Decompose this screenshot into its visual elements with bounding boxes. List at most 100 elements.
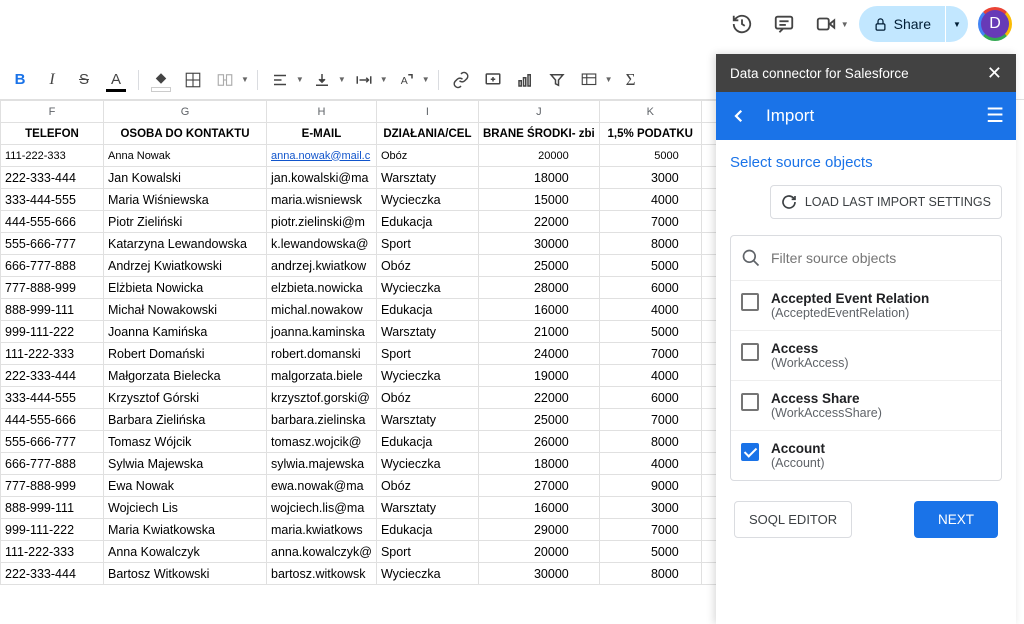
merge-dropdown-icon[interactable]: ▼ bbox=[241, 75, 249, 84]
cell[interactable]: 6000 bbox=[599, 387, 701, 409]
cell[interactable]: 8000 bbox=[599, 233, 701, 255]
rotate-button[interactable]: A bbox=[392, 66, 420, 94]
cell[interactable]: Małgorzata Bielecka bbox=[104, 365, 267, 387]
cell[interactable]: anna.nowak@mail.c bbox=[267, 145, 377, 167]
cell[interactable]: Wycieczka bbox=[376, 189, 478, 211]
cell[interactable]: Maria Kwiatkowska bbox=[104, 519, 267, 541]
back-icon[interactable] bbox=[728, 107, 750, 125]
cell[interactable]: 25000 bbox=[478, 409, 599, 431]
cell[interactable]: 888-999-111 bbox=[1, 497, 104, 519]
halign-button[interactable] bbox=[266, 66, 294, 94]
header-cell[interactable]: TELEFON bbox=[1, 123, 104, 145]
cell[interactable]: Piotr Zieliński bbox=[104, 211, 267, 233]
cell[interactable]: Edukacja bbox=[376, 299, 478, 321]
column-header[interactable]: G bbox=[104, 101, 267, 123]
cell[interactable]: 15000 bbox=[478, 189, 599, 211]
source-object-item[interactable]: Access Share(WorkAccessShare) bbox=[731, 380, 1001, 430]
header-cell[interactable]: OSOBA DO KONTAKTU bbox=[104, 123, 267, 145]
cell[interactable]: michal.nowakow bbox=[267, 299, 377, 321]
wrap-button[interactable] bbox=[350, 66, 378, 94]
checkbox[interactable] bbox=[741, 443, 759, 461]
cell[interactable]: Wycieczka bbox=[376, 277, 478, 299]
cell[interactable]: wojciech.lis@ma bbox=[267, 497, 377, 519]
cell[interactable]: 16000 bbox=[478, 299, 599, 321]
cell[interactable]: Elżbieta Nowicka bbox=[104, 277, 267, 299]
cell[interactable]: sylwia.majewska bbox=[267, 453, 377, 475]
dropdown-icon[interactable]: ▼ bbox=[605, 75, 613, 84]
cell[interactable]: 7000 bbox=[599, 343, 701, 365]
cell[interactable]: Wojciech Lis bbox=[104, 497, 267, 519]
cell[interactable]: malgorzata.biele bbox=[267, 365, 377, 387]
cell[interactable]: Sport bbox=[376, 343, 478, 365]
cell[interactable]: Sylwia Majewska bbox=[104, 453, 267, 475]
cell[interactable]: anna.kowalczyk@ bbox=[267, 541, 377, 563]
cell[interactable]: 26000 bbox=[478, 431, 599, 453]
cell[interactable]: 30000 bbox=[478, 233, 599, 255]
cell[interactable]: 444-555-666 bbox=[1, 409, 104, 431]
cell[interactable]: 6000 bbox=[599, 277, 701, 299]
cell[interactable]: piotr.zielinski@m bbox=[267, 211, 377, 233]
cell[interactable]: Tomasz Wójcik bbox=[104, 431, 267, 453]
cell[interactable]: 7000 bbox=[599, 519, 701, 541]
cell[interactable]: Obóz bbox=[376, 255, 478, 277]
cell[interactable]: 20000 bbox=[478, 145, 599, 167]
cell[interactable]: 222-333-444 bbox=[1, 167, 104, 189]
cell[interactable]: Joanna Kamińska bbox=[104, 321, 267, 343]
source-object-item[interactable]: Account(Account) bbox=[731, 430, 1001, 480]
soql-editor-button[interactable]: SOQL EDITOR bbox=[734, 501, 852, 538]
cell[interactable]: 22000 bbox=[478, 211, 599, 233]
cell[interactable]: Ewa Nowak bbox=[104, 475, 267, 497]
filter-input[interactable] bbox=[771, 250, 991, 266]
cell[interactable]: 333-444-555 bbox=[1, 387, 104, 409]
cell[interactable]: 111-222-333 bbox=[1, 541, 104, 563]
cell[interactable]: robert.domanski bbox=[267, 343, 377, 365]
cell[interactable]: Warsztaty bbox=[376, 497, 478, 519]
cell[interactable]: Edukacja bbox=[376, 519, 478, 541]
cell[interactable]: Maria Wiśniewska bbox=[104, 189, 267, 211]
cell[interactable]: 4000 bbox=[599, 189, 701, 211]
cell[interactable]: Jan Kowalski bbox=[104, 167, 267, 189]
cell[interactable]: 5000 bbox=[599, 255, 701, 277]
share-dropdown[interactable]: ▼ bbox=[946, 6, 968, 42]
cell[interactable]: 5000 bbox=[599, 541, 701, 563]
dropdown-icon[interactable]: ▼ bbox=[338, 75, 346, 84]
cell[interactable]: 4000 bbox=[599, 453, 701, 475]
borders-button[interactable] bbox=[179, 66, 207, 94]
dropdown-icon[interactable]: ▼ bbox=[422, 75, 430, 84]
link-button[interactable] bbox=[447, 66, 475, 94]
checkbox[interactable] bbox=[741, 293, 759, 311]
cell[interactable]: 21000 bbox=[478, 321, 599, 343]
cell[interactable]: k.lewandowska@ bbox=[267, 233, 377, 255]
cell[interactable]: Obóz bbox=[376, 475, 478, 497]
cell[interactable]: Warsztaty bbox=[376, 167, 478, 189]
cell[interactable]: Anna Nowak bbox=[104, 145, 267, 167]
cell[interactable]: 29000 bbox=[478, 519, 599, 541]
cell[interactable]: 28000 bbox=[478, 277, 599, 299]
functions-button[interactable]: Σ bbox=[617, 66, 645, 94]
text-color-button[interactable]: A bbox=[102, 66, 130, 94]
comment-icon[interactable] bbox=[768, 8, 800, 40]
filter-button[interactable] bbox=[543, 66, 571, 94]
share-button[interactable]: Share bbox=[859, 6, 945, 42]
cell[interactable]: 666-777-888 bbox=[1, 453, 104, 475]
video-dropdown-icon[interactable]: ▼ bbox=[841, 20, 849, 29]
cell[interactable]: 24000 bbox=[478, 343, 599, 365]
avatar[interactable]: D bbox=[978, 7, 1012, 41]
cell[interactable]: 444-555-666 bbox=[1, 211, 104, 233]
source-object-item[interactable]: Access(WorkAccess) bbox=[731, 330, 1001, 380]
cell[interactable]: 111-222-333 bbox=[1, 343, 104, 365]
header-cell[interactable]: E-MAIL bbox=[267, 123, 377, 145]
cell[interactable]: Warsztaty bbox=[376, 321, 478, 343]
load-last-button[interactable]: LOAD LAST IMPORT SETTINGS bbox=[770, 185, 1002, 219]
cell[interactable]: 5000 bbox=[599, 145, 701, 167]
cell[interactable]: Katarzyna Lewandowska bbox=[104, 233, 267, 255]
cell[interactable]: Anna Kowalczyk bbox=[104, 541, 267, 563]
cell[interactable]: 4000 bbox=[599, 365, 701, 387]
column-header[interactable]: F bbox=[1, 101, 104, 123]
cell[interactable]: 8000 bbox=[599, 563, 701, 585]
cell[interactable]: Wycieczka bbox=[376, 453, 478, 475]
cell[interactable]: 8000 bbox=[599, 431, 701, 453]
column-header[interactable]: H bbox=[267, 101, 377, 123]
fill-color-button[interactable] bbox=[147, 66, 175, 94]
cell[interactable]: 555-666-777 bbox=[1, 233, 104, 255]
